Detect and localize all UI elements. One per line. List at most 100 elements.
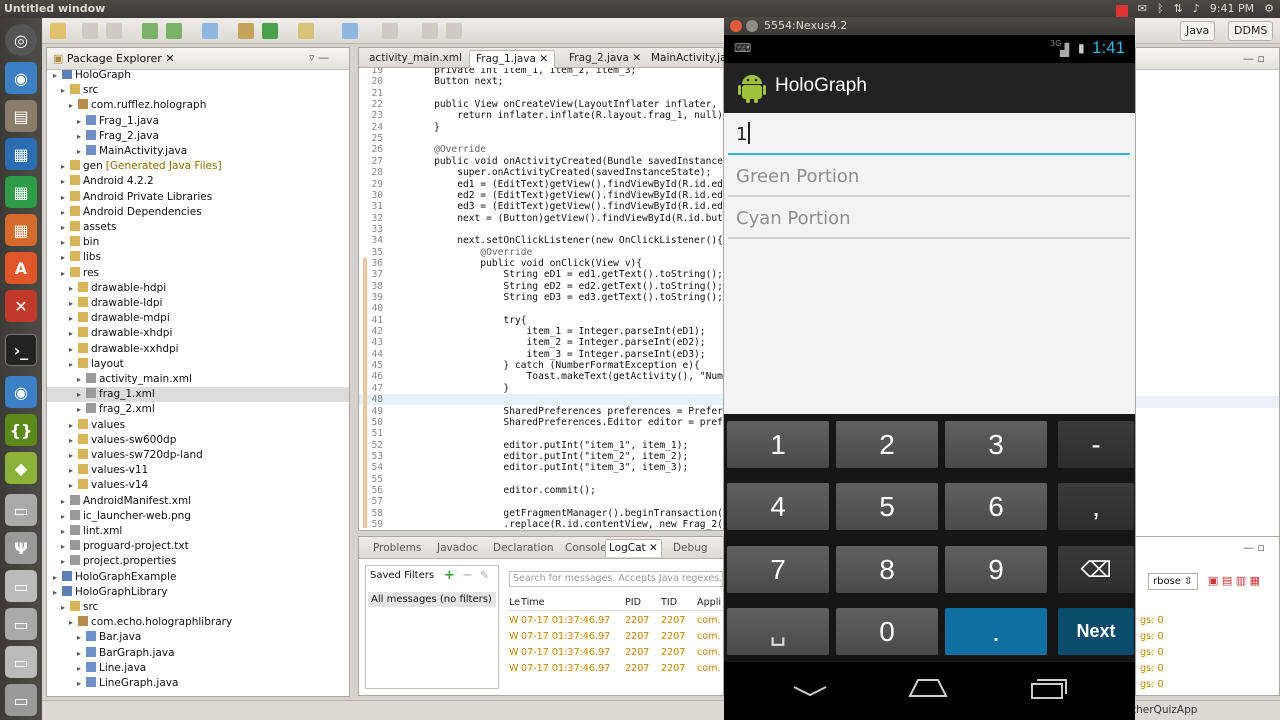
key-6[interactable]: 6 (945, 483, 1047, 530)
key-minus[interactable]: - (1058, 421, 1134, 468)
logcat-row[interactable]: W 07-17 01:37:46.97 2207 2207 com. (507, 631, 723, 645)
package-explorer-tab[interactable]: ▣ Package Explorer ✕ ▿ — (47, 48, 349, 70)
brackets-icon[interactable]: {} (5, 414, 37, 446)
next-key[interactable]: Next (1058, 608, 1134, 655)
lint-icon[interactable] (202, 23, 218, 39)
expand-icon[interactable]: ▸ (69, 357, 78, 372)
expand-icon[interactable]: ▸ (69, 448, 78, 463)
logcat-row[interactable]: W 07-17 01:37:46.97 2207 2207 com. (507, 615, 723, 629)
tree-item[interactable]: ▸ values-sw600dp (47, 433, 349, 448)
tab-declaration[interactable]: Declaration (493, 540, 554, 557)
key-8[interactable]: 8 (836, 546, 938, 593)
expand-icon[interactable]: ▸ (69, 311, 78, 326)
tree-item[interactable]: ▸ drawable-xxhdpi (47, 342, 349, 357)
tree-item[interactable]: ▸ Bar.java (47, 630, 349, 645)
tree-item[interactable]: ▸ lint.xml (47, 524, 349, 539)
expand-icon[interactable]: ▸ (69, 615, 78, 630)
expand-icon[interactable]: ▸ (53, 585, 62, 600)
debug-icon[interactable] (238, 23, 254, 39)
expand-icon[interactable]: ▸ (61, 539, 70, 554)
log-level-select[interactable]: rbose ⇳ (1148, 573, 1198, 590)
key-comma[interactable]: , (1058, 483, 1134, 530)
forward-icon[interactable] (446, 23, 462, 39)
software-center-icon[interactable]: A (5, 252, 37, 284)
perspective-java[interactable]: Java (1180, 21, 1216, 41)
dash-icon[interactable]: ◎ (5, 24, 37, 56)
tree-item[interactable]: ▸ frag_1.xml (47, 387, 349, 403)
close-icon[interactable]: ✕ (632, 52, 641, 64)
code-area[interactable]: 19 private int item_1, item_2, item_3; 20… (359, 68, 723, 530)
logcat-column-header[interactable]: Le (509, 597, 520, 608)
tree-item[interactable]: ▸ bin (47, 235, 349, 250)
tree-item[interactable]: ▸ values-v11 (47, 463, 349, 478)
impress-icon[interactable]: ▦ (5, 214, 37, 246)
tree-item[interactable]: ▸ LineGraph.java (47, 676, 349, 691)
view-menu-icon[interactable]: ▿ — (309, 51, 329, 64)
tab-problems[interactable]: Problems (373, 540, 421, 557)
tree-item[interactable]: ▸ drawable-mdpi (47, 311, 349, 326)
edit-filter-icon[interactable]: ✎ (480, 569, 489, 582)
minimize-window-button[interactable] (746, 20, 758, 32)
tree-item[interactable]: ▸ gen [Generated Java Files] (47, 159, 349, 174)
tree-item[interactable]: ▸ HoloGraphLibrary (47, 585, 349, 600)
android-app-icon[interactable] (738, 73, 766, 103)
expand-icon[interactable]: ▸ (61, 554, 70, 569)
chromium-icon[interactable]: ◉ (5, 62, 37, 94)
mail-icon[interactable]: ✉ (1138, 0, 1147, 18)
logcat-toolbar-icons[interactable]: ▣ ▤ ▥ ▦ (1208, 574, 1260, 587)
space-key[interactable]: ␣ (727, 608, 829, 655)
tab-activity-main-xml[interactable]: activity_main.xml (363, 50, 468, 68)
indicator-icon[interactable] (1115, 4, 1128, 17)
expand-icon[interactable]: ▸ (61, 509, 70, 524)
expand-icon[interactable]: ▸ (69, 463, 78, 478)
expand-icon[interactable]: ▸ (77, 372, 86, 387)
expand-icon[interactable]: ▸ (77, 144, 86, 159)
expand-icon[interactable]: ▸ (61, 190, 70, 205)
expand-icon[interactable]: ▸ (61, 83, 70, 98)
tree-item[interactable]: ▸ ic_launcher-web.png (47, 509, 349, 524)
tab-logcat[interactable]: LogCat ✕ (605, 539, 662, 557)
backspace-key[interactable]: ⌫ (1058, 546, 1134, 593)
drive-icon[interactable]: ▭ (5, 494, 37, 526)
add-filter-icon[interactable]: + (444, 568, 455, 583)
tree-item[interactable]: ▸ proguard-project.txt (47, 539, 349, 554)
expand-icon[interactable]: ▸ (77, 646, 86, 661)
logcat-search-input[interactable]: Search for messages. Accepts Java regexe… (509, 571, 723, 587)
key-1[interactable]: 1 (727, 421, 829, 468)
trash-icon[interactable]: ▭ (5, 684, 37, 716)
writer-icon[interactable]: ▦ (5, 138, 37, 170)
tab-frag-1-java[interactable]: Frag_1.java ✕ (469, 50, 556, 68)
tab-javadoc[interactable]: Javadoc (437, 540, 478, 557)
expand-icon[interactable]: ▸ (61, 266, 70, 281)
expand-icon[interactable]: ▸ (69, 98, 78, 113)
gear-icon[interactable]: ⚙ (1264, 0, 1274, 18)
maximize-icon-2[interactable]: — ▫ (1243, 541, 1265, 554)
tree-item[interactable]: ▸ src (47, 600, 349, 615)
logcat-row[interactable]: W 07-17 01:37:46.97 2207 2207 com. (507, 647, 723, 661)
clock[interactable]: 9:41 PM (1210, 0, 1254, 18)
android-sdk-icon[interactable] (142, 23, 158, 39)
tree-item[interactable]: ▸ project.properties (47, 554, 349, 569)
expand-icon[interactable]: ▸ (61, 174, 70, 189)
expand-icon[interactable]: ▸ (53, 570, 62, 585)
expand-icon[interactable]: ▸ (77, 630, 86, 645)
home-icon[interactable] (908, 676, 948, 700)
expand-icon[interactable]: ▸ (69, 326, 78, 341)
maximize-icon[interactable]: — ▫ (1243, 52, 1265, 65)
calc-icon[interactable]: ▦ (5, 176, 37, 208)
tree-item[interactable]: ▸ layout (47, 357, 349, 372)
expand-icon[interactable]: ▸ (69, 296, 78, 311)
green-portion-input[interactable]: Green Portion (728, 157, 1130, 197)
key-period[interactable]: . (945, 608, 1047, 655)
perspective-ddms[interactable]: DDMS (1228, 21, 1274, 41)
files-icon[interactable]: ▤ (5, 100, 37, 132)
drive-icon-3[interactable]: ▭ (5, 608, 37, 640)
logcat-column-header[interactable]: Appli (697, 597, 721, 608)
tab-debug[interactable]: Debug (673, 540, 708, 557)
filter-item-all[interactable]: All messages (no filters) (368, 592, 496, 607)
tree-item[interactable]: ▸ drawable-ldpi (47, 296, 349, 311)
expand-icon[interactable]: ▸ (77, 387, 86, 402)
tree-item[interactable]: ▸ activity_main.xml (47, 372, 349, 387)
expand-icon[interactable]: ▸ (69, 281, 78, 296)
expand-icon[interactable]: ▸ (61, 600, 70, 615)
